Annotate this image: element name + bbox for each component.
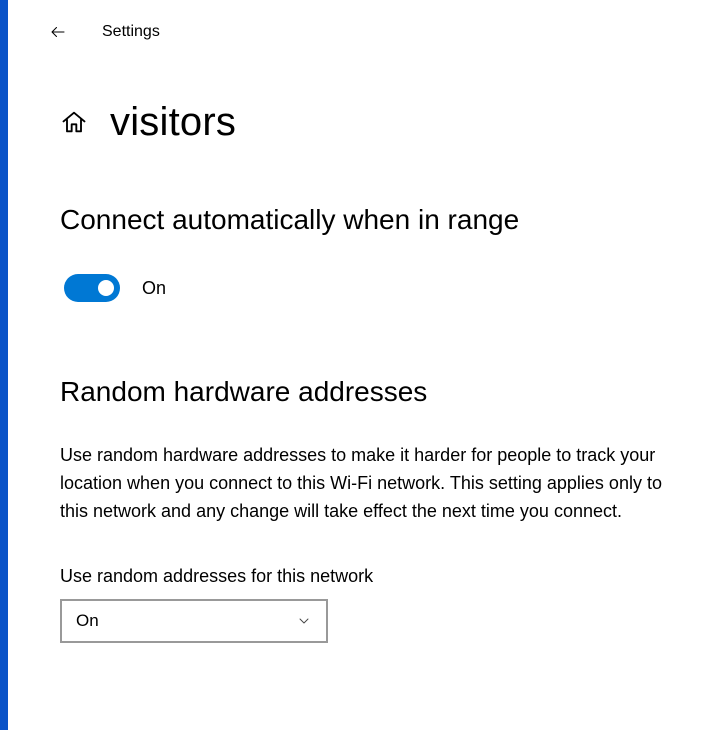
back-button[interactable] (38, 12, 78, 52)
page-title-row: visitors (60, 102, 678, 142)
toggle-knob (98, 280, 114, 296)
section-heading-connect: Connect automatically when in range (60, 204, 678, 236)
app-title: Settings (102, 24, 160, 40)
window-header: Settings (8, 0, 718, 62)
page-title: visitors (110, 102, 236, 142)
back-arrow-icon (49, 23, 67, 41)
section-heading-random: Random hardware addresses (60, 376, 678, 408)
connect-toggle-state-label: On (142, 278, 166, 299)
random-addresses-dropdown[interactable]: On (60, 599, 328, 643)
connect-toggle-row: On (60, 274, 678, 302)
dropdown-selected-value: On (76, 611, 99, 631)
random-field-label: Use random addresses for this network (60, 566, 678, 587)
page-body: visitors Connect automatically when in r… (8, 62, 718, 643)
connect-automatically-toggle[interactable] (64, 274, 120, 302)
settings-window: Settings visitors Connect automatically … (0, 0, 718, 730)
chevron-down-icon (296, 613, 312, 629)
home-icon[interactable] (60, 108, 88, 136)
random-description: Use random hardware addresses to make it… (60, 442, 670, 526)
